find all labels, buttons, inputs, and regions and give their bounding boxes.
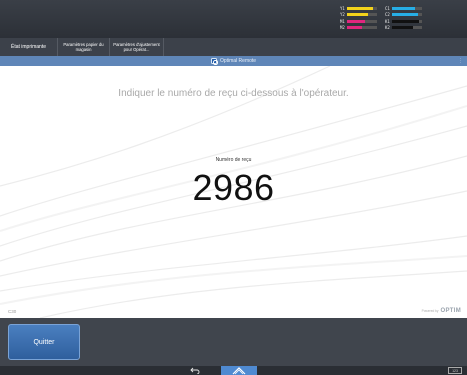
toner-bar	[392, 26, 422, 30]
toner-bar	[347, 6, 377, 10]
app-title: Optimal Remote	[219, 58, 257, 64]
toner-fill	[392, 13, 418, 17]
toner-row: M2 K2	[340, 25, 430, 32]
toner-y1: Y1	[340, 6, 385, 11]
function-tabs: État imprimante Paramètres papier du mag…	[0, 38, 467, 56]
toner-label: M2	[340, 25, 345, 31]
toner-fill	[392, 6, 415, 10]
toner-c1: C1	[385, 6, 430, 11]
powered-by: Powered by OPTIM	[422, 308, 461, 314]
toner-label: K2	[385, 25, 390, 31]
toner-y2: Y2	[340, 12, 385, 17]
footer-code: C30	[8, 309, 17, 314]
toner-label: K1	[385, 18, 390, 24]
toner-bar	[392, 19, 422, 23]
toner-label: C1	[385, 5, 390, 11]
toner-level-indicator: Y1 C1 Y2 C2 M1 K1 M2 K2	[340, 5, 430, 33]
toner-k2: K2	[385, 25, 430, 30]
optimal-remote-icon	[210, 58, 218, 65]
back-arrow-icon[interactable]	[190, 367, 200, 374]
quit-button[interactable]: Quitter	[8, 324, 80, 360]
tab-etat-imprimante[interactable]: État imprimante	[0, 38, 58, 56]
tab-parametres-papier[interactable]: Paramètres papier du magasin	[58, 38, 110, 56]
toner-label: Y2	[340, 12, 345, 18]
toner-row: Y2 C2	[340, 12, 430, 19]
toner-bar	[392, 13, 422, 17]
toner-fill	[347, 26, 362, 30]
toner-label: C2	[385, 12, 390, 18]
main-content: Indiquer le numéro de reçu ci-dessous à …	[0, 66, 467, 318]
keyboard-toggle-icon[interactable]: 123	[448, 367, 462, 374]
toner-fill	[347, 6, 373, 10]
home-icon[interactable]	[232, 367, 246, 375]
toner-bar	[347, 19, 377, 23]
receipt-number: 2986	[192, 167, 275, 208]
app-title-bar: Optimal Remote · · ·	[0, 56, 467, 66]
toner-bar	[392, 6, 422, 10]
receipt-number-label: Numéro de reçu	[215, 157, 252, 163]
instruction-text: Indiquer le numéro de reçu ci-dessous à …	[118, 88, 349, 99]
toner-row: Y1 C1	[340, 5, 430, 12]
optim-logo: OPTIM	[440, 308, 461, 314]
powered-by-text: Powered by	[421, 309, 439, 313]
toner-bar	[347, 26, 377, 30]
toner-fill	[392, 26, 413, 30]
tab-parametres-ajustement[interactable]: Paramètres d'ajustement pour Opérat...	[110, 38, 164, 56]
toner-fill	[347, 19, 365, 23]
toner-label: M1	[340, 18, 345, 24]
toner-row: M1 K1	[340, 18, 430, 25]
toner-c2: C2	[385, 12, 430, 17]
toner-label: Y1	[340, 5, 345, 11]
toner-bar	[347, 13, 377, 17]
toner-fill	[347, 13, 368, 17]
toner-m2: M2	[340, 25, 385, 30]
screen: Y1 C1 Y2 C2 M1 K1 M2 K2 État imprimante Paramèt…	[0, 0, 467, 375]
more-menu-icon[interactable]: · · ·	[460, 57, 461, 65]
toner-k1: K1	[385, 19, 430, 24]
status-top-bar: Y1 C1 Y2 C2 M1 K1 M2 K2	[0, 0, 467, 38]
toner-fill	[392, 19, 419, 23]
toner-m1: M1	[340, 19, 385, 24]
